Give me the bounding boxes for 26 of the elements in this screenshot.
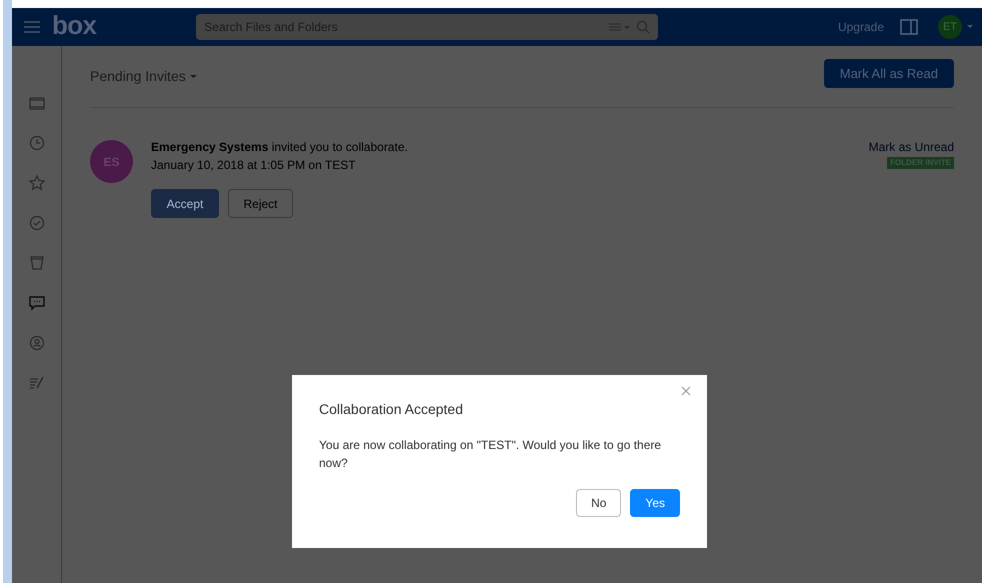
caret-icon[interactable]: [190, 74, 197, 79]
user-circle-icon[interactable]: [28, 334, 46, 352]
mark-all-read-button[interactable]: Mark All as Read: [824, 59, 954, 88]
accept-button[interactable]: Accept: [151, 189, 219, 218]
dialog-message: You are now collaborating on "TEST". Would you like to go there now?: [319, 437, 662, 472]
logo[interactable]: box: [52, 12, 96, 38]
upgrade-link[interactable]: Upgrade: [838, 18, 884, 36]
yes-button[interactable]: Yes: [630, 489, 680, 517]
dialog-title: Collaboration Accepted: [319, 400, 464, 419]
filter-icon[interactable]: [608, 21, 632, 33]
menu-icon[interactable]: [24, 21, 40, 33]
invite-message: Emergency Systems invited you to collaborate.: [151, 139, 409, 156]
star-icon[interactable]: [28, 174, 46, 192]
mark-unread-link[interactable]: Mark as Unread: [868, 138, 954, 156]
panel-icon[interactable]: [900, 19, 918, 35]
no-button[interactable]: No: [576, 489, 622, 517]
reject-button[interactable]: Reject: [228, 189, 293, 218]
clock-icon[interactable]: [28, 134, 46, 152]
invite-date: January 10, 2018 at 1:05 PM on TEST: [151, 157, 357, 174]
close-icon[interactable]: [681, 386, 691, 396]
trash-icon[interactable]: [28, 254, 46, 272]
check-circle-icon[interactable]: [28, 214, 46, 232]
caret-icon[interactable]: [966, 24, 974, 30]
search-icon[interactable]: [636, 20, 650, 34]
page-title[interactable]: Pending Invites: [90, 66, 186, 87]
chat-icon[interactable]: [28, 294, 46, 312]
